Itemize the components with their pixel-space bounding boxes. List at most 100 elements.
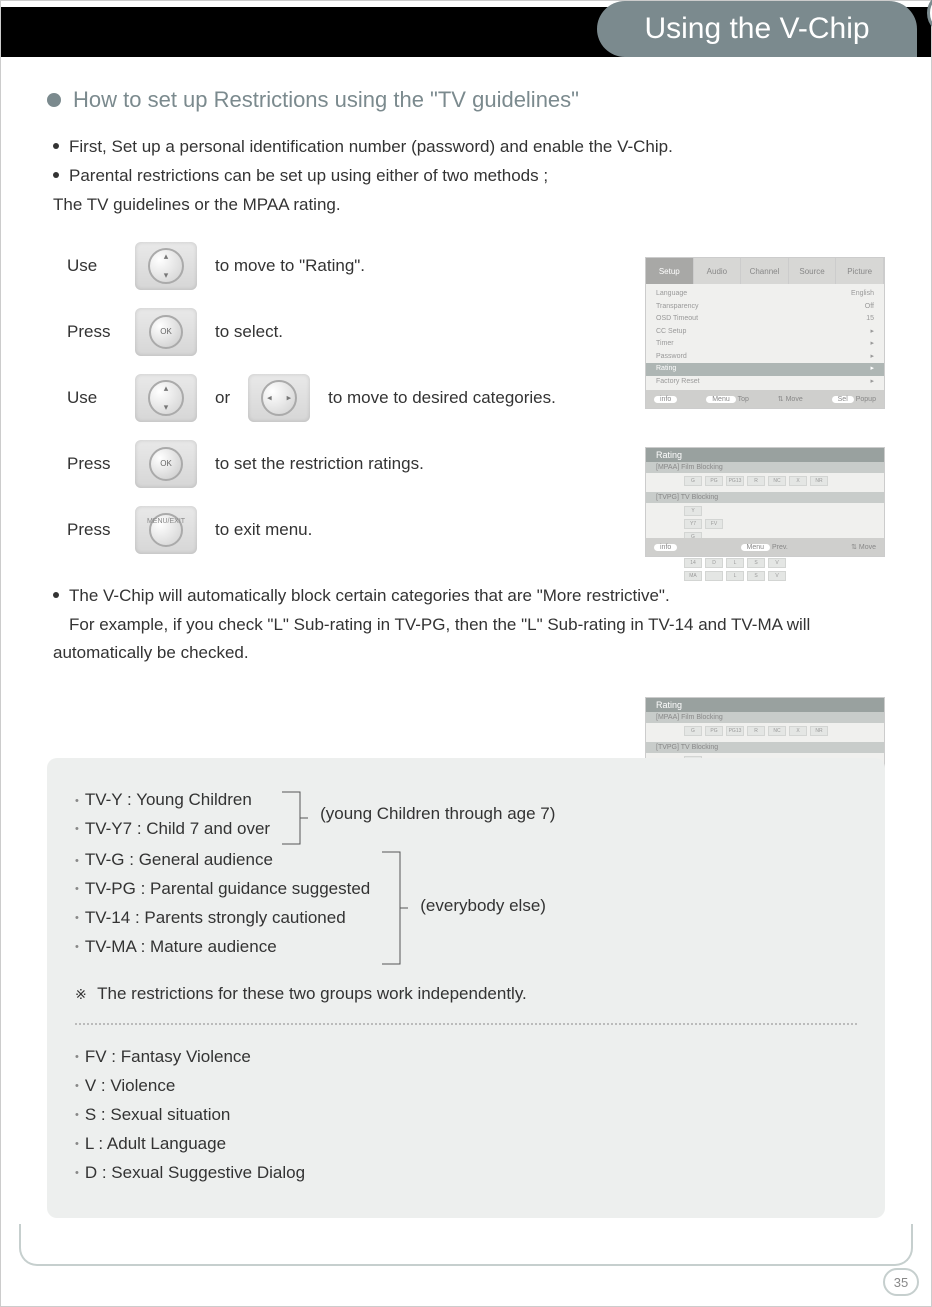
vchip-note-line2: For example, if you check "L" Sub-rating… [69, 615, 810, 634]
reference-note: ※ The restrictions for these two groups … [75, 980, 857, 1009]
leftright-button-icon [248, 374, 310, 422]
osd-row-label: CC Setup [656, 327, 686, 338]
dotted-divider [75, 1023, 857, 1025]
osd-cell: L [726, 571, 744, 581]
osd-cell: NR [810, 726, 828, 736]
osd-row-label: Password [656, 352, 687, 363]
step-tail: to select. [215, 322, 283, 342]
ratings-info-box: • TV-Y : Young Children • TV-Y7 : Child 7 … [47, 758, 885, 1217]
mini-bullet-icon: • [75, 912, 79, 924]
rating-tv-ma: TV-MA : Mature audience [85, 937, 277, 956]
osd-footer: info Menu Top ⇅ Move Sel Popup [646, 390, 884, 408]
mini-bullet-icon: • [75, 1109, 79, 1121]
mini-bullet-icon: • [75, 795, 79, 807]
osd-cell: NC [768, 726, 786, 736]
osd-footer: info Menu Prev. ⇅ Move [646, 538, 884, 556]
subrating-fv: FV : Fantasy Violence [85, 1047, 251, 1066]
osd-cell: NC [768, 476, 786, 486]
osd-cell: Y [684, 506, 702, 516]
osd-cell: D [705, 558, 723, 568]
osd-rating-title: Rating [646, 698, 884, 712]
osd-cell: PG13 [726, 476, 744, 486]
reference-mark-icon: ※ [75, 986, 87, 1002]
osd-cell: V [768, 571, 786, 581]
osd-cell: MA [684, 571, 702, 581]
osd-screenshot-rating: Rating [MPAA] Film Blocking G PG PG13 R … [645, 447, 885, 557]
header-title: Using the V-Chip [644, 12, 869, 46]
osd-row-value: 15 [866, 314, 874, 325]
subrating-l: L : Adult Language [85, 1134, 226, 1153]
subrating-d: D : Sexual Suggestive Dialog [85, 1163, 305, 1182]
subrating-v: V : Violence [85, 1076, 175, 1095]
osd-cell: V [768, 558, 786, 568]
osd-footer-move: Move [859, 544, 876, 551]
osd-footer-sel: Sel [832, 396, 854, 403]
osd-tab-source: Source [789, 258, 837, 284]
mini-bullet-icon: • [75, 1138, 79, 1150]
osd-row-label: Timer [656, 339, 674, 350]
mini-bullet-icon: • [75, 883, 79, 895]
osd-cell: G [684, 726, 702, 736]
osd-row-label: Factory Reset [656, 377, 700, 388]
step-verb: Press [67, 322, 117, 342]
osd-footer-info: info [654, 544, 677, 551]
section-title: How to set up Restrictions using the "TV… [73, 87, 579, 113]
step-tail: to exit menu. [215, 520, 312, 540]
osd-cell: R [747, 726, 765, 736]
rating-tv-y7: TV-Y7 : Child 7 and over [85, 819, 270, 838]
osd-cell: R [747, 476, 765, 486]
section-title-row: How to set up Restrictions using the "TV… [47, 87, 885, 113]
rating-tv-g: TV-G : General audience [85, 850, 273, 869]
vchip-note: The V-Chip will automatically block cert… [53, 582, 885, 669]
osd-screenshot-setup: Setup Audio Channel Source Picture Langu… [645, 257, 885, 409]
mini-bullet-icon: • [75, 941, 79, 953]
osd-footer-move: Move [786, 396, 803, 403]
step-tail: to set the restriction ratings. [215, 454, 424, 474]
bullet-icon [53, 592, 59, 598]
osd-cell: L [726, 558, 744, 568]
updown-button-icon [135, 242, 197, 290]
osd-tab-channel: Channel [741, 258, 789, 284]
step-mid: or [215, 388, 230, 408]
osd-row-value: ▸ [870, 352, 874, 363]
intro-line1: First, Set up a personal identification … [69, 133, 673, 162]
step-verb: Use [67, 388, 117, 408]
intro-line2: Parental restrictions can be set up usin… [69, 166, 548, 185]
osd-row-value: ▸ [870, 327, 874, 338]
osd-row-label: Rating [656, 364, 676, 375]
osd-tvpg-label: [TVPG] TV Blocking [646, 742, 884, 753]
osd-cell: S [747, 558, 765, 568]
osd-row-value: ▸ [870, 364, 874, 375]
ratings-note: The restrictions for these two groups wo… [97, 984, 527, 1003]
osd-cell: 14 [684, 558, 702, 568]
step-tail: to move to desired categories. [328, 388, 556, 408]
rating-tv-y: TV-Y : Young Children [85, 790, 252, 809]
osd-cell [705, 571, 723, 581]
ok-button-icon: OK [135, 308, 197, 356]
osd-tab-audio: Audio [694, 258, 742, 284]
osd-cell: X [789, 476, 807, 486]
osd-cell: Y7 [684, 519, 702, 529]
osd-row-label: OSD Timeout [656, 314, 698, 325]
rating-group2-label: (everybody else) [420, 892, 546, 921]
osd-footer-popup: Popup [856, 396, 876, 403]
rating-group1-label: (young Children through age 7) [320, 800, 555, 829]
step-verb: Press [67, 454, 117, 474]
osd-tab-picture: Picture [836, 258, 884, 284]
osd-mpaa-label: [MPAA] Film Blocking [646, 462, 884, 473]
osd-cell: PG13 [726, 726, 744, 736]
vchip-note-line1: The V-Chip will automatically block cert… [69, 586, 670, 605]
ok-button-icon: OK [135, 440, 197, 488]
step-verb: Press [67, 520, 117, 540]
osd-cell: G [684, 476, 702, 486]
osd-cell: FV [705, 519, 723, 529]
osd-row-label: Transparency [656, 302, 699, 313]
menu-button-icon: MENU/EXIT [135, 506, 197, 554]
osd-row-label: Language [656, 289, 687, 300]
rating-tv-pg: TV-PG : Parental guidance suggested [85, 879, 370, 898]
osd-cell: NR [810, 476, 828, 486]
step-tail: to move to "Rating". [215, 256, 365, 276]
osd-footer-menu: Menu [706, 396, 736, 403]
mini-bullet-icon: • [75, 823, 79, 835]
osd-rating-title: Rating [646, 448, 884, 462]
